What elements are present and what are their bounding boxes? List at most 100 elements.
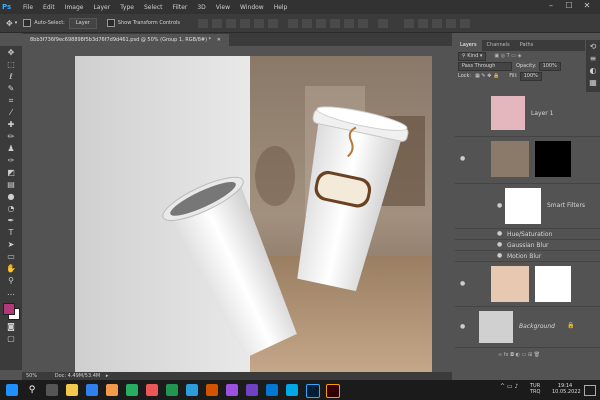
adjustment-icon[interactable]: ◐ [516, 352, 520, 358]
eye-icon[interactable]: ● [497, 252, 502, 259]
link-icon[interactable]: ∞ [498, 352, 502, 358]
marquee-icon[interactable]: ⬚ [6, 60, 16, 70]
zoom-icon[interactable]: ⚲ [6, 276, 16, 286]
3d-slide-icon[interactable] [445, 17, 458, 29]
menu-view[interactable]: View [211, 4, 235, 11]
word-icon[interactable] [186, 384, 198, 396]
quick-mask-icon[interactable]: ◙ [6, 322, 16, 332]
lasso-icon[interactable]: ℓ [6, 72, 16, 82]
blur-icon[interactable]: ● [6, 192, 16, 202]
start-icon[interactable] [6, 384, 18, 396]
align-left-icon[interactable] [239, 17, 252, 29]
path-select-icon[interactable]: ➤ [6, 240, 16, 250]
pen-icon[interactable]: ✒ [6, 216, 16, 226]
align-center-icon[interactable] [253, 17, 266, 29]
crop-icon[interactable]: ⌗ [6, 96, 16, 106]
opacity-input[interactable]: 100% [538, 61, 561, 71]
stamp-icon[interactable]: ♟ [6, 144, 16, 154]
align-bottom-icon[interactable] [225, 17, 238, 29]
distribute-right-icon[interactable] [357, 17, 370, 29]
smart-filters-row[interactable]: ● Smart Filters [455, 184, 600, 229]
skype-icon[interactable] [286, 384, 298, 396]
trash-icon[interactable]: 🗑 [534, 352, 540, 358]
gradient-icon[interactable]: ▤ [6, 180, 16, 190]
history-brush-icon[interactable]: ✑ [6, 156, 16, 166]
adjustments-icon[interactable]: ◐ [588, 66, 598, 76]
kind-filter[interactable]: ⚲ Kind ▾ [458, 51, 487, 61]
lock-icons[interactable]: ▦ ✎ ✥ 🔒 [475, 73, 499, 79]
minimize-icon[interactable]: – [546, 1, 556, 11]
file-explorer-icon[interactable] [66, 384, 78, 396]
notification-icon[interactable] [584, 385, 596, 396]
foreground-color-swatch[interactable] [3, 303, 15, 315]
align-top-icon[interactable] [197, 17, 210, 29]
task-view-icon[interactable] [46, 384, 58, 396]
edge-icon[interactable] [86, 384, 98, 396]
zoom-level[interactable]: 50% [26, 373, 37, 379]
outlook-icon[interactable] [266, 384, 278, 396]
3d-scale-icon[interactable] [459, 17, 472, 29]
illustrator-icon[interactable] [326, 384, 340, 398]
onenote-icon[interactable] [226, 384, 238, 396]
eyedropper-icon[interactable]: ⁄ [6, 108, 16, 118]
color-swatches[interactable] [2, 302, 20, 320]
tab-channels[interactable]: Channels [482, 40, 515, 51]
clock[interactable]: 19:14 10.05.2022 [552, 383, 581, 395]
search-icon[interactable]: ⚲ [26, 384, 38, 396]
eye-icon[interactable]: ● [497, 230, 502, 237]
eye-icon[interactable]: ● [497, 202, 502, 209]
language-indicator[interactable]: TUR TRQ [530, 383, 540, 395]
menu-help[interactable]: Help [269, 4, 293, 11]
show-transform-checkbox[interactable] [106, 19, 115, 27]
photoshop-icon[interactable] [306, 384, 320, 398]
tab-layers[interactable]: Layers [455, 40, 482, 51]
layer-select[interactable]: Layer [68, 17, 97, 29]
layer-row-background[interactable]: ● Background 🔒 [455, 307, 600, 348]
chevron-right-icon[interactable]: ▸ [106, 373, 109, 379]
distribute-top-icon[interactable] [287, 17, 300, 29]
filter-row-hue[interactable]: ● Hue/Saturation [455, 229, 600, 240]
dodge-icon[interactable]: ◔ [6, 204, 16, 214]
menu-edit[interactable]: Edit [38, 4, 60, 11]
menu-filter[interactable]: Filter [168, 4, 193, 11]
teams-icon[interactable] [246, 384, 258, 396]
document-canvas[interactable] [75, 56, 432, 372]
mask-icon[interactable]: ◘ [510, 352, 514, 358]
swatches-icon[interactable]: ▦ [588, 78, 598, 88]
3d-pan-icon[interactable] [431, 17, 444, 29]
menu-image[interactable]: Image [60, 4, 89, 11]
shape-icon[interactable]: ▭ [6, 252, 16, 262]
menu-window[interactable]: Window [235, 4, 269, 11]
eye-icon[interactable]: ● [460, 323, 465, 330]
filter-row-motion[interactable]: ● Motion Blur [455, 251, 600, 262]
fill-input[interactable]: 100% [519, 71, 542, 81]
more-tools-icon[interactable]: … [6, 288, 16, 298]
auto-align-icon[interactable] [377, 17, 390, 29]
eraser-icon[interactable]: ◩ [6, 168, 16, 178]
new-layer-icon[interactable]: ⊞ [528, 352, 532, 358]
eye-icon[interactable]: ● [460, 155, 465, 162]
close-icon[interactable]: ✕ [582, 1, 592, 11]
menu-file[interactable]: File [18, 4, 38, 11]
quick-select-icon[interactable]: ✎ [6, 84, 16, 94]
menu-type[interactable]: Type [115, 4, 139, 11]
menu-layer[interactable]: Layer [88, 4, 115, 11]
menu-select[interactable]: Select [139, 4, 168, 11]
powerpoint-icon[interactable] [206, 384, 218, 396]
layer-row-smart-object[interactable]: ● [455, 137, 600, 184]
type-icon[interactable]: T [6, 228, 16, 238]
chrome-icon[interactable] [126, 384, 138, 396]
eye-icon[interactable]: ● [460, 280, 465, 287]
distribute-middle-icon[interactable] [301, 17, 314, 29]
align-middle-icon[interactable] [211, 17, 224, 29]
distribute-bottom-icon[interactable] [315, 17, 328, 29]
layer-row-smart-object-2[interactable]: ● [455, 262, 600, 307]
tab-paths[interactable]: Paths [515, 40, 539, 51]
healing-icon[interactable]: ✚ [6, 120, 16, 130]
chrome-alt-icon[interactable] [146, 384, 158, 396]
fx-icon[interactable]: fx [504, 352, 509, 358]
distribute-left-icon[interactable] [329, 17, 342, 29]
close-tab-icon[interactable]: ✕ [217, 37, 221, 43]
move-tool-icon[interactable]: ✥ [6, 19, 13, 28]
menu-3d[interactable]: 3D [192, 4, 210, 11]
